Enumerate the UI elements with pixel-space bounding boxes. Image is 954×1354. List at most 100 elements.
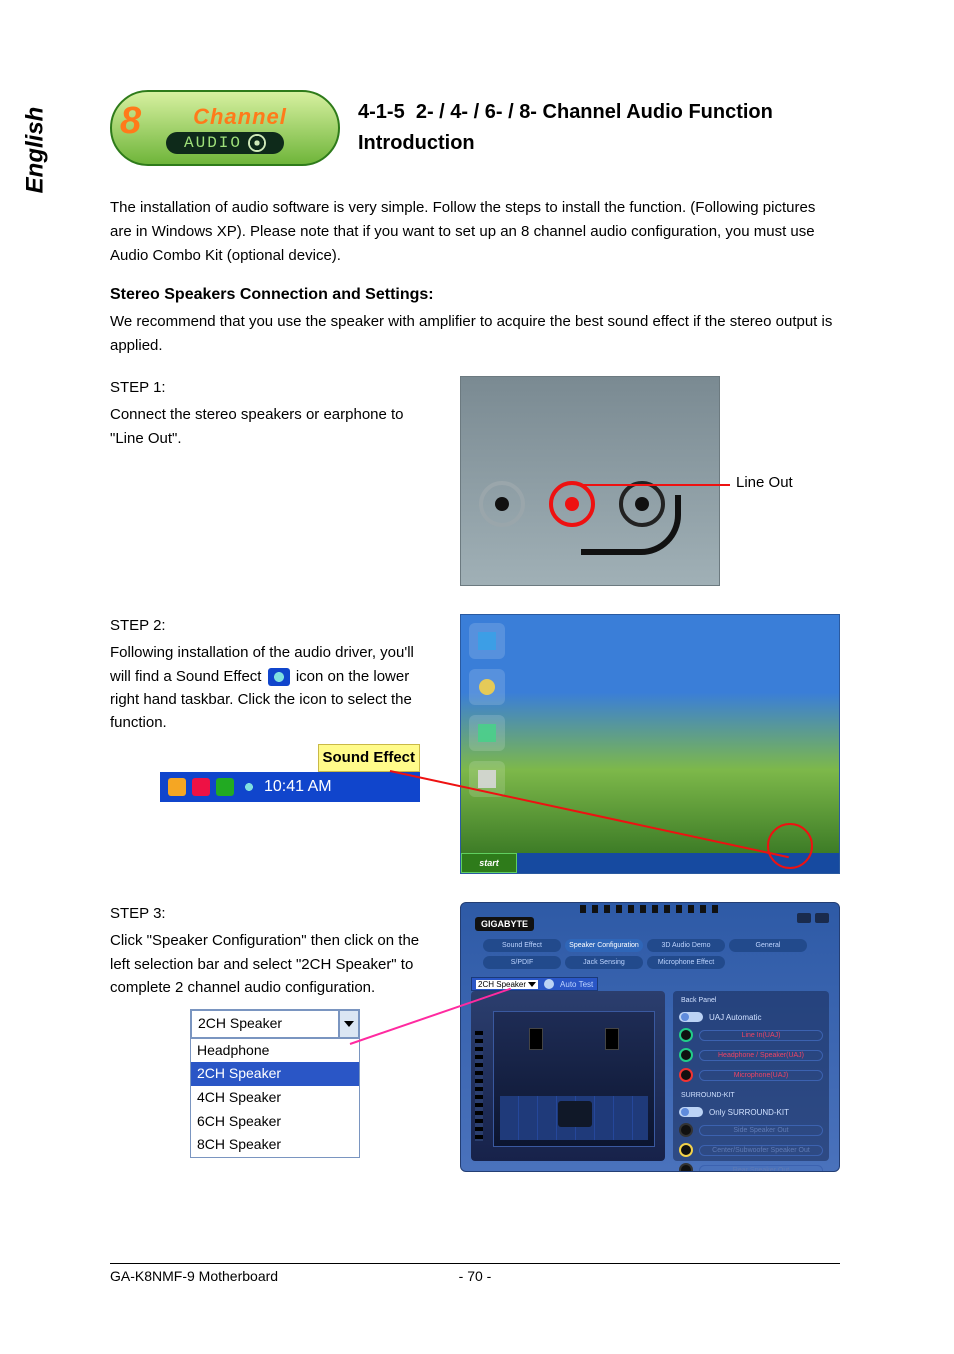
minimize-button[interactable] (797, 913, 811, 923)
heading-title-2: Introduction (358, 132, 773, 155)
room-seat (558, 1101, 592, 1127)
jack-icon[interactable] (679, 1028, 693, 1042)
desktop-icon[interactable] (469, 715, 505, 751)
language-tab: English (10, 80, 60, 220)
jack-row: Line In(UAJ) (679, 1028, 823, 1042)
heading-row: 8 Channel AUDIO 4-1-5 2- / 4- / 6- / 8- … (110, 90, 840, 166)
step3-text: Click "Speaker Configuration" then click… (110, 929, 430, 999)
desktop-icon[interactable] (469, 623, 505, 659)
channel-selector[interactable]: 2CH Speaker Auto Test (471, 977, 598, 991)
jack-row: Side Speaker Out (679, 1123, 823, 1137)
dropdown-option[interactable]: Headphone (191, 1039, 359, 1063)
tab-sound-effect[interactable]: Sound Effect (483, 939, 561, 952)
start-button[interactable]: start (461, 853, 517, 873)
dropdown-option[interactable]: 6CH Speaker (191, 1110, 359, 1134)
dropdown-current: 2CH Speaker (191, 1010, 339, 1038)
jack-icon[interactable] (679, 1143, 693, 1157)
tab-microphone-effect[interactable]: Microphone Effect (647, 956, 725, 969)
dropdown-option[interactable]: 4CH Speaker (191, 1086, 359, 1110)
dropdown-button[interactable] (339, 1010, 359, 1038)
step-2: STEP 2: Following installation of the au… (110, 614, 840, 874)
intro-paragraph: The installation of audio software is ve… (110, 196, 840, 268)
systray-bar: 10:41 AM (160, 772, 420, 803)
step1-text-col: STEP 1: Connect the stereo speakers or e… (110, 376, 430, 586)
jack-label: Headphone / Speaker(UAJ) (699, 1050, 823, 1061)
tray-icon[interactable] (168, 778, 186, 796)
heading-number: 4-1-5 (358, 101, 405, 123)
jack-icon[interactable] (679, 1048, 693, 1062)
jack-panel: Back Panel UAJ Automatic Line In(UAJ) He… (673, 991, 829, 1161)
step-3: STEP 3: Click "Speaker Configuration" th… (110, 902, 840, 1172)
page-content: 8 Channel AUDIO 4-1-5 2- / 4- / 6- / 8- … (110, 90, 840, 1200)
window-controls (797, 913, 829, 923)
logo-audio-bar: AUDIO (166, 132, 284, 154)
taskbar-zoom: Sound Effect 10:41 AM (160, 744, 420, 802)
subheading: Stereo Speakers Connection and Settings: (110, 286, 840, 304)
uaj-label: UAJ Automatic (709, 1013, 761, 1022)
chevron-down-icon (344, 1021, 354, 1027)
channel-audio-logo: 8 Channel AUDIO (110, 90, 340, 166)
back-panel-title: Back Panel (681, 997, 823, 1004)
tab-jack-sensing[interactable]: Jack Sensing (565, 956, 643, 969)
equalizer-strip[interactable] (475, 1031, 483, 1141)
tray-sound-effect-icon[interactable] (240, 778, 258, 796)
callout-line (580, 484, 730, 486)
tray-highlight-circle (767, 823, 813, 869)
step3-label: STEP 3: (110, 902, 430, 925)
jack-icon[interactable] (679, 1163, 693, 1172)
jack-row: Microphone(UAJ) (679, 1068, 823, 1082)
step-1: STEP 1: Connect the stereo speakers or e… (110, 376, 840, 586)
close-button[interactable] (815, 913, 829, 923)
autotest-button[interactable] (544, 979, 554, 989)
jack-label: Side Speaker Out (699, 1125, 823, 1136)
dropdown-option-selected[interactable]: 2CH Speaker (191, 1062, 359, 1086)
channel-select-box[interactable]: 2CH Speaker (476, 980, 538, 989)
speaker-dropdown: 2CH Speaker Headphone 2CH Speaker 4CH Sp… (190, 1009, 360, 1158)
dropdown-list: Headphone 2CH Speaker 4CH Speaker 6CH Sp… (191, 1038, 359, 1157)
windows-desktop: start (460, 614, 840, 874)
jack-label: Center/Subwoofer Speaker Out (699, 1145, 823, 1156)
tab-speaker-configuration[interactable]: Speaker Configuration (565, 939, 643, 952)
tab-general[interactable]: General (729, 939, 807, 952)
dropdown-option[interactable]: 8CH Speaker (191, 1133, 359, 1157)
logo-number: 8 (120, 100, 141, 143)
tray-clock: 10:41 AM (264, 775, 332, 800)
tab-spdif[interactable]: S/PDIF (483, 956, 561, 969)
desktop-icon[interactable] (469, 669, 505, 705)
jack-icon[interactable] (679, 1123, 693, 1137)
uaj-toggle[interactable] (679, 1012, 703, 1022)
footer-left: GA-K8NMF-9 Motherboard (110, 1268, 278, 1284)
subheading-text: We recommend that you use the speaker wi… (110, 310, 840, 358)
speaker-icon (248, 134, 266, 152)
autotest-label: Auto Test (560, 980, 593, 989)
line-out-label: Line Out (736, 474, 793, 491)
step2-text: Following installation of the audio driv… (110, 641, 430, 734)
window-handle[interactable] (580, 905, 720, 913)
step3-text-col: STEP 3: Click "Speaker Configuration" th… (110, 902, 430, 1172)
tab-strip: Sound Effect Speaker Configuration 3D Au… (483, 939, 817, 969)
jack-icon[interactable] (679, 1068, 693, 1082)
tray-icon[interactable] (192, 778, 210, 796)
jack-label: Rear Speaker Out (699, 1165, 823, 1173)
audio-cable (581, 495, 681, 555)
logo-audio-text: AUDIO (184, 134, 242, 152)
step1-label: STEP 1: (110, 376, 430, 399)
speaker-config-window: GIGABYTE Sound Effect Speaker Configurat… (460, 902, 840, 1172)
dropdown-field[interactable]: 2CH Speaker (191, 1010, 359, 1038)
channel-select-value: 2CH Speaker (478, 980, 526, 989)
logo-word: Channel (193, 104, 287, 130)
step2-label: STEP 2: (110, 614, 430, 637)
kit-toggle[interactable] (679, 1107, 703, 1117)
tray-icon[interactable] (216, 778, 234, 796)
brand-badge: GIGABYTE (475, 917, 534, 931)
tab-3d-audio-demo[interactable]: 3D Audio Demo (647, 939, 725, 952)
speaker-left-icon (529, 1028, 543, 1050)
step1-photo (460, 376, 720, 586)
panel-body: 2CH Speaker Auto Test B (471, 991, 829, 1161)
chevron-down-icon (528, 982, 536, 987)
uaj-row: UAJ Automatic (679, 1012, 823, 1022)
step2-text-col: STEP 2: Following installation of the au… (110, 614, 430, 874)
room-illustration (493, 1011, 655, 1147)
kit-toggle-row: Only SURROUND-KIT (679, 1107, 823, 1117)
port-line-in (479, 481, 525, 527)
